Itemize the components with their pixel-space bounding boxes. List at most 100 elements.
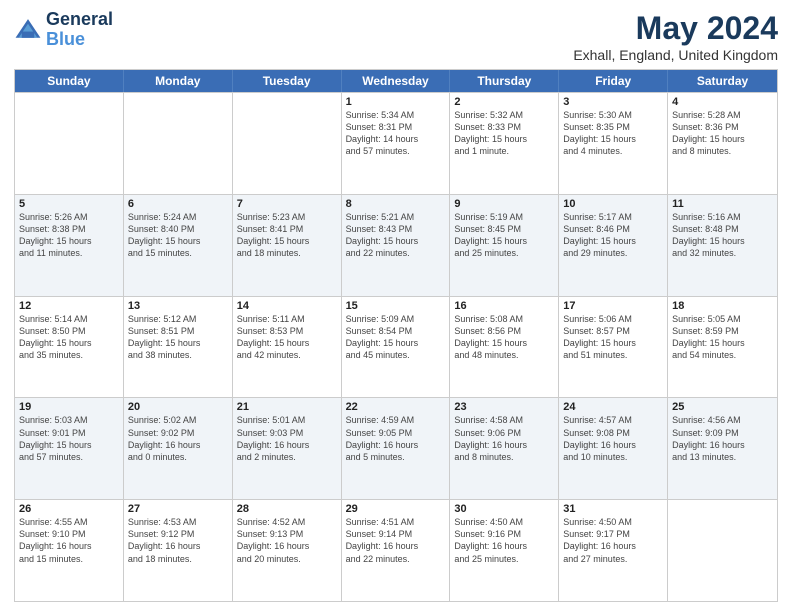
day-number: 1 <box>346 96 446 108</box>
day-number: 14 <box>237 300 337 312</box>
day-number: 31 <box>563 503 663 515</box>
day-info: Sunrise: 5:08 AM Sunset: 8:56 PM Dayligh… <box>454 313 554 362</box>
day-header-thursday: Thursday <box>450 70 559 92</box>
day-header-wednesday: Wednesday <box>342 70 451 92</box>
day-number: 4 <box>672 96 773 108</box>
day-info: Sunrise: 5:12 AM Sunset: 8:51 PM Dayligh… <box>128 313 228 362</box>
day-number: 10 <box>563 198 663 210</box>
day-cell-28: 28Sunrise: 4:52 AM Sunset: 9:13 PM Dayli… <box>233 500 342 601</box>
day-cell-10: 10Sunrise: 5:17 AM Sunset: 8:46 PM Dayli… <box>559 195 668 296</box>
day-cell-22: 22Sunrise: 4:59 AM Sunset: 9:05 PM Dayli… <box>342 398 451 499</box>
day-cell-18: 18Sunrise: 5:05 AM Sunset: 8:59 PM Dayli… <box>668 297 777 398</box>
day-number: 9 <box>454 198 554 210</box>
day-number: 8 <box>346 198 446 210</box>
day-info: Sunrise: 4:56 AM Sunset: 9:09 PM Dayligh… <box>672 414 773 463</box>
day-number: 11 <box>672 198 773 210</box>
week-row-2: 5Sunrise: 5:26 AM Sunset: 8:38 PM Daylig… <box>15 194 777 296</box>
day-cell-24: 24Sunrise: 4:57 AM Sunset: 9:08 PM Dayli… <box>559 398 668 499</box>
day-number: 30 <box>454 503 554 515</box>
day-info: Sunrise: 5:01 AM Sunset: 9:03 PM Dayligh… <box>237 414 337 463</box>
day-info: Sunrise: 5:21 AM Sunset: 8:43 PM Dayligh… <box>346 211 446 260</box>
day-header-saturday: Saturday <box>668 70 777 92</box>
day-cell-31: 31Sunrise: 4:50 AM Sunset: 9:17 PM Dayli… <box>559 500 668 601</box>
day-cell-empty <box>124 93 233 194</box>
day-cell-empty <box>15 93 124 194</box>
day-cell-16: 16Sunrise: 5:08 AM Sunset: 8:56 PM Dayli… <box>450 297 559 398</box>
week-row-4: 19Sunrise: 5:03 AM Sunset: 9:01 PM Dayli… <box>15 397 777 499</box>
day-number: 20 <box>128 401 228 413</box>
day-info: Sunrise: 4:50 AM Sunset: 9:16 PM Dayligh… <box>454 516 554 565</box>
day-cell-9: 9Sunrise: 5:19 AM Sunset: 8:45 PM Daylig… <box>450 195 559 296</box>
day-number: 23 <box>454 401 554 413</box>
day-number: 12 <box>19 300 119 312</box>
day-info: Sunrise: 5:32 AM Sunset: 8:33 PM Dayligh… <box>454 109 554 158</box>
day-cell-19: 19Sunrise: 5:03 AM Sunset: 9:01 PM Dayli… <box>15 398 124 499</box>
day-number: 27 <box>128 503 228 515</box>
day-info: Sunrise: 4:58 AM Sunset: 9:06 PM Dayligh… <box>454 414 554 463</box>
day-info: Sunrise: 5:06 AM Sunset: 8:57 PM Dayligh… <box>563 313 663 362</box>
day-number: 19 <box>19 401 119 413</box>
day-info: Sunrise: 5:05 AM Sunset: 8:59 PM Dayligh… <box>672 313 773 362</box>
day-header-friday: Friday <box>559 70 668 92</box>
day-cell-20: 20Sunrise: 5:02 AM Sunset: 9:02 PM Dayli… <box>124 398 233 499</box>
day-cell-7: 7Sunrise: 5:23 AM Sunset: 8:41 PM Daylig… <box>233 195 342 296</box>
day-cell-23: 23Sunrise: 4:58 AM Sunset: 9:06 PM Dayli… <box>450 398 559 499</box>
day-info: Sunrise: 5:14 AM Sunset: 8:50 PM Dayligh… <box>19 313 119 362</box>
day-number: 5 <box>19 198 119 210</box>
day-number: 13 <box>128 300 228 312</box>
day-number: 28 <box>237 503 337 515</box>
day-info: Sunrise: 4:55 AM Sunset: 9:10 PM Dayligh… <box>19 516 119 565</box>
day-number: 7 <box>237 198 337 210</box>
day-number: 29 <box>346 503 446 515</box>
day-cell-empty <box>233 93 342 194</box>
day-cell-26: 26Sunrise: 4:55 AM Sunset: 9:10 PM Dayli… <box>15 500 124 601</box>
day-header-monday: Monday <box>124 70 233 92</box>
day-cell-21: 21Sunrise: 5:01 AM Sunset: 9:03 PM Dayli… <box>233 398 342 499</box>
day-number: 26 <box>19 503 119 515</box>
day-cell-1: 1Sunrise: 5:34 AM Sunset: 8:31 PM Daylig… <box>342 93 451 194</box>
day-info: Sunrise: 5:23 AM Sunset: 8:41 PM Dayligh… <box>237 211 337 260</box>
week-row-3: 12Sunrise: 5:14 AM Sunset: 8:50 PM Dayli… <box>15 296 777 398</box>
day-info: Sunrise: 5:28 AM Sunset: 8:36 PM Dayligh… <box>672 109 773 158</box>
day-info: Sunrise: 4:51 AM Sunset: 9:14 PM Dayligh… <box>346 516 446 565</box>
day-info: Sunrise: 5:26 AM Sunset: 8:38 PM Dayligh… <box>19 211 119 260</box>
day-number: 15 <box>346 300 446 312</box>
day-number: 22 <box>346 401 446 413</box>
logo-line1: General <box>46 10 113 30</box>
day-number: 24 <box>563 401 663 413</box>
day-info: Sunrise: 5:02 AM Sunset: 9:02 PM Dayligh… <box>128 414 228 463</box>
day-cell-30: 30Sunrise: 4:50 AM Sunset: 9:16 PM Dayli… <box>450 500 559 601</box>
day-info: Sunrise: 5:03 AM Sunset: 9:01 PM Dayligh… <box>19 414 119 463</box>
day-cell-empty <box>668 500 777 601</box>
day-cell-8: 8Sunrise: 5:21 AM Sunset: 8:43 PM Daylig… <box>342 195 451 296</box>
day-number: 6 <box>128 198 228 210</box>
day-info: Sunrise: 5:34 AM Sunset: 8:31 PM Dayligh… <box>346 109 446 158</box>
calendar-body: 1Sunrise: 5:34 AM Sunset: 8:31 PM Daylig… <box>15 92 777 601</box>
day-info: Sunrise: 5:19 AM Sunset: 8:45 PM Dayligh… <box>454 211 554 260</box>
day-cell-3: 3Sunrise: 5:30 AM Sunset: 8:35 PM Daylig… <box>559 93 668 194</box>
day-header-tuesday: Tuesday <box>233 70 342 92</box>
day-cell-4: 4Sunrise: 5:28 AM Sunset: 8:36 PM Daylig… <box>668 93 777 194</box>
day-info: Sunrise: 4:52 AM Sunset: 9:13 PM Dayligh… <box>237 516 337 565</box>
title-block: May 2024 Exhall, England, United Kingdom <box>573 10 778 63</box>
day-cell-27: 27Sunrise: 4:53 AM Sunset: 9:12 PM Dayli… <box>124 500 233 601</box>
subtitle: Exhall, England, United Kingdom <box>573 47 778 63</box>
day-info: Sunrise: 4:59 AM Sunset: 9:05 PM Dayligh… <box>346 414 446 463</box>
logo-icon <box>14 16 42 44</box>
day-cell-29: 29Sunrise: 4:51 AM Sunset: 9:14 PM Dayli… <box>342 500 451 601</box>
day-info: Sunrise: 5:09 AM Sunset: 8:54 PM Dayligh… <box>346 313 446 362</box>
day-number: 25 <box>672 401 773 413</box>
header: General Blue May 2024 Exhall, England, U… <box>14 10 778 63</box>
calendar: SundayMondayTuesdayWednesdayThursdayFrid… <box>14 69 778 602</box>
day-info: Sunrise: 5:17 AM Sunset: 8:46 PM Dayligh… <box>563 211 663 260</box>
day-number: 21 <box>237 401 337 413</box>
day-cell-13: 13Sunrise: 5:12 AM Sunset: 8:51 PM Dayli… <box>124 297 233 398</box>
day-number: 17 <box>563 300 663 312</box>
logo-text: General Blue <box>46 10 113 50</box>
page: General Blue May 2024 Exhall, England, U… <box>0 0 792 612</box>
day-headers: SundayMondayTuesdayWednesdayThursdayFrid… <box>15 70 777 92</box>
day-header-sunday: Sunday <box>15 70 124 92</box>
day-cell-11: 11Sunrise: 5:16 AM Sunset: 8:48 PM Dayli… <box>668 195 777 296</box>
day-number: 3 <box>563 96 663 108</box>
day-info: Sunrise: 5:30 AM Sunset: 8:35 PM Dayligh… <box>563 109 663 158</box>
